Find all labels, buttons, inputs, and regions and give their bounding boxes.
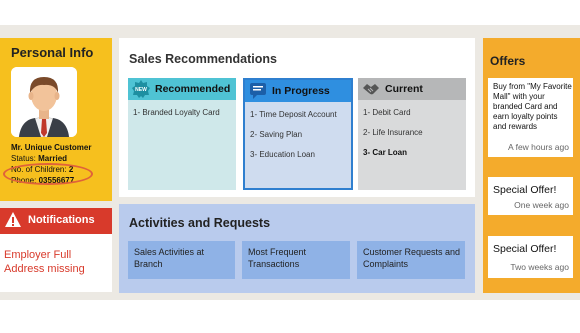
status-label: Status: — [11, 154, 36, 163]
list-item[interactable]: 1- Branded Loyalty Card — [133, 108, 236, 117]
current-header[interactable]: Current — [358, 78, 466, 100]
activity-tile-transactions[interactable]: Most Frequent Transactions — [242, 241, 350, 279]
activity-label: Customer Requests and Complaints — [363, 247, 461, 269]
offer-card[interactable]: Special Offer! Two weeks ago — [488, 236, 573, 278]
customer-name: Mr. Unique Customer — [11, 143, 92, 152]
status-value: Married — [38, 154, 68, 163]
notifications-header[interactable]: Notifications — [0, 208, 112, 234]
customer-avatar — [11, 67, 77, 137]
current-column: Current 1- Debit Card 2- Life Insurance … — [358, 78, 466, 190]
offer-card[interactable]: Buy from "My Favorite Mall" with your br… — [488, 78, 573, 157]
offer-text: Special Offer! — [493, 184, 557, 196]
children-highlight-oval — [3, 163, 93, 185]
notification-message[interactable]: Employer Full Address missing — [4, 248, 112, 276]
svg-text:NEW: NEW — [135, 87, 147, 93]
offer-card[interactable]: Special Offer! One week ago — [488, 177, 573, 215]
new-badge-icon: NEW — [132, 80, 150, 98]
offer-time: Two weeks ago — [510, 262, 569, 272]
offer-text: Special Offer! — [493, 243, 557, 255]
offer-time: A few hours ago — [508, 142, 569, 152]
sales-recommendations-panel: Sales Recommendations NEW Recommended 1-… — [119, 38, 475, 197]
activities-title: Activities and Requests — [129, 216, 271, 230]
list-item[interactable]: 2- Life Insurance — [363, 128, 466, 137]
activity-label: Most Frequent Transactions — [248, 247, 307, 269]
notifications-body: Employer Full Address missing — [0, 234, 112, 292]
in-progress-column: In Progress 1- Time Deposit Account 2- S… — [243, 78, 353, 190]
list-item[interactable]: 2- Saving Plan — [250, 130, 351, 139]
chat-bubble-icon — [250, 83, 266, 99]
activity-label: Sales Activities at Branch — [134, 247, 205, 269]
recommended-header[interactable]: NEW Recommended — [128, 78, 236, 100]
in-progress-header[interactable]: In Progress — [245, 80, 351, 102]
list-item[interactable]: 3- Car Loan — [363, 148, 466, 157]
list-item[interactable]: 1- Time Deposit Account — [250, 110, 351, 119]
sales-recommendations-title: Sales Recommendations — [129, 52, 277, 66]
in-progress-label: In Progress — [272, 85, 330, 97]
offers-title: Offers — [490, 54, 526, 68]
activities-panel: Activities and Requests Sales Activities… — [119, 204, 475, 293]
current-label: Current — [385, 83, 423, 95]
personal-info-title: Personal Info — [11, 45, 94, 60]
activity-tile-requests[interactable]: Customer Requests and Complaints — [357, 241, 465, 279]
offer-text: Buy from "My Favorite Mall" with your br… — [493, 82, 572, 131]
activity-tile-sales[interactable]: Sales Activities at Branch — [128, 241, 235, 279]
list-item[interactable]: 3- Education Loan — [250, 150, 351, 159]
person-icon — [11, 67, 77, 137]
recommended-label: Recommended — [155, 83, 231, 95]
list-item[interactable]: 1- Debit Card — [363, 108, 466, 117]
personal-info-panel: Personal Info Mr. Unique Customer Status… — [0, 38, 112, 201]
notifications-title: Notifications — [28, 214, 95, 226]
handshake-icon — [363, 84, 379, 95]
recommended-column: NEW Recommended 1- Branded Loyalty Card — [128, 78, 236, 190]
offer-time: One week ago — [514, 200, 569, 210]
warning-icon — [5, 212, 21, 227]
